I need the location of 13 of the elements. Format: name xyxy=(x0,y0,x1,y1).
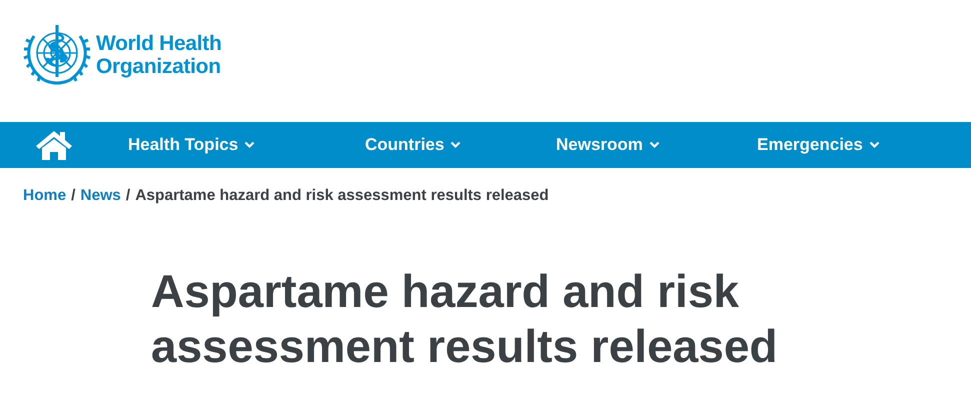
breadcrumb-separator: / xyxy=(71,187,76,205)
breadcrumb-link[interactable]: News xyxy=(80,187,121,205)
article-title: Aspartame hazard and risk assessment results released xyxy=(151,264,779,374)
nav-menu-button[interactable]: Emergencies xyxy=(757,135,880,155)
logo-text: Organization xyxy=(96,55,222,78)
nav-menu-button[interactable]: Newsroom xyxy=(556,135,660,155)
logo-text: World Health xyxy=(96,32,222,55)
breadcrumb-link[interactable]: Home xyxy=(23,187,66,205)
home-icon[interactable] xyxy=(35,129,73,161)
breadcrumb-separator: / xyxy=(126,187,130,205)
breadcrumb-current: Aspartame hazard and risk assessment results released xyxy=(135,187,549,205)
nav-menu-button[interactable]: Health Topics xyxy=(128,135,256,155)
nav-menu-button[interactable]: Countries xyxy=(365,135,462,155)
